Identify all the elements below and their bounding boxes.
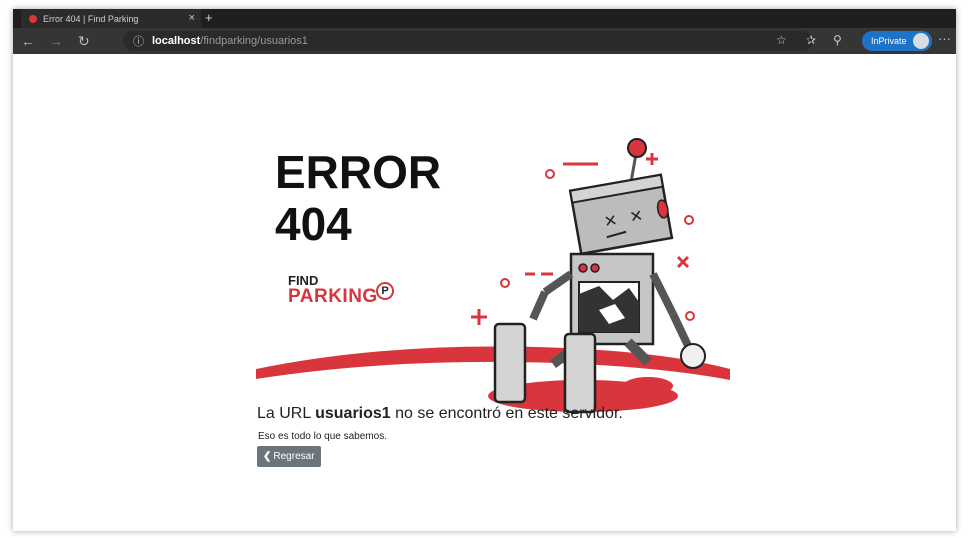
back-icon[interactable]: ← — [21, 33, 35, 49]
error-title-line2: 404 — [275, 198, 352, 250]
url-path: /findparking/usuarios1 — [200, 35, 308, 47]
favicon-icon — [29, 14, 37, 23]
inprivate-button[interactable]: InPrivate — [862, 31, 932, 51]
favorites-list-icon[interactable]: ✰ — [806, 33, 816, 47]
find-parking-logo: FIND PARKING P — [288, 274, 394, 307]
info-icon[interactable]: ⓘ — [133, 33, 144, 49]
refresh-icon[interactable]: ↻ — [78, 33, 90, 50]
address-bar: ← → ↻ ⓘ localhost /findparking/usuarios1… — [13, 28, 956, 54]
collections-icon[interactable]: ⚲ — [833, 33, 842, 47]
page-content: ✕ ✕ ERROR 404 FIND PARKING P La URL usua… — [13, 54, 956, 531]
avatar — [913, 33, 929, 49]
error-title-line1: ERROR — [275, 146, 442, 198]
message-suffix: no se encontró en este servidor. — [390, 405, 623, 422]
tab-title: Error 404 | Find Parking — [43, 13, 139, 24]
chevron-left-icon: ❮ — [263, 451, 272, 462]
url-input[interactable]: ⓘ localhost /findparking/usuarios1 — [123, 31, 813, 51]
error-title: ERROR 404 — [275, 146, 441, 250]
forward-icon[interactable]: → — [49, 33, 63, 49]
parking-p-icon: P — [376, 282, 394, 300]
screenshot-frame: Error 404 | Find Parking × + ← → ↻ ⓘ loc… — [13, 9, 956, 531]
favorite-star-icon[interactable]: ☆ — [776, 33, 787, 47]
more-icon[interactable]: ··· — [938, 31, 951, 46]
new-tab-icon[interactable]: + — [205, 10, 213, 25]
tab-error-404[interactable]: Error 404 | Find Parking × — [21, 9, 201, 28]
error-message: La URL usuarios1 no se encontró en este … — [257, 405, 623, 423]
inprivate-label: InPrivate — [871, 36, 907, 46]
url-host: localhost — [152, 35, 201, 47]
back-button[interactable]: ❮ Regresar — [257, 446, 321, 467]
logo-parking-text: PARKING — [288, 286, 378, 307]
message-url: usuarios1 — [315, 405, 391, 422]
error-submessage: Eso es todo lo que sabemos. — [258, 431, 387, 442]
close-tab-icon[interactable]: × — [189, 12, 195, 24]
tab-strip: Error 404 | Find Parking × + — [13, 9, 956, 28]
back-button-label: Regresar — [273, 451, 315, 462]
message-prefix: La URL — [257, 405, 316, 422]
